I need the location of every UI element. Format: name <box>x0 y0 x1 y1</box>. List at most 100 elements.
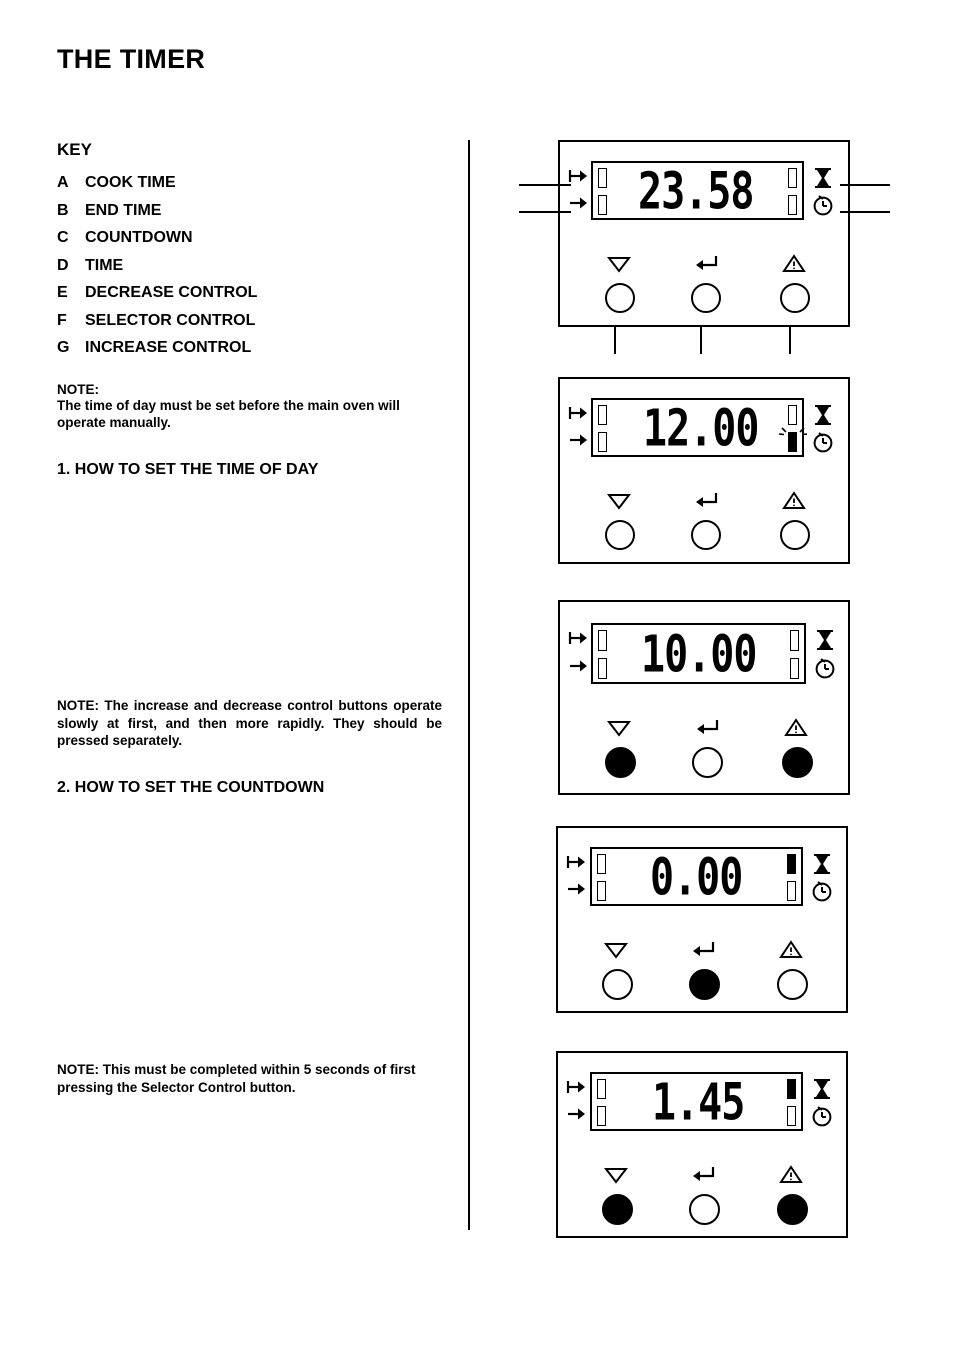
triangle-down-icon-4 <box>603 941 629 959</box>
cook-time-segment-5 <box>597 1079 606 1099</box>
timer-panel-2: 12.00 <box>558 377 850 564</box>
hourglass-icon-3 <box>814 629 836 651</box>
lcd-display-1: 23.58 <box>591 161 804 222</box>
selector-control-button-5[interactable] <box>689 1194 720 1225</box>
key-letter-d: D <box>57 256 69 274</box>
increase-control-button-3[interactable] <box>782 747 813 778</box>
countdown-segment-2 <box>788 405 797 425</box>
triangle-up-icon-5 <box>779 1165 803 1184</box>
cook-time-arrow-icon-4 <box>566 854 588 870</box>
key-heading: KEY <box>57 140 92 159</box>
key-label-a: COOK TIME <box>85 174 176 191</box>
decrease-control-button-3[interactable] <box>605 747 636 778</box>
lcd-value-3: 10.00 <box>641 625 757 685</box>
end-time-arrow-icon-3 <box>568 658 590 674</box>
decrease-control-button-2[interactable] <box>605 520 635 550</box>
key-item-c: C COUNTDOWN <box>57 224 447 252</box>
column-divider <box>468 140 470 1230</box>
leader-cook-time <box>519 184 571 186</box>
triangle-up-icon-3 <box>784 718 808 737</box>
countdown-segment-5 <box>787 1079 796 1099</box>
lcd-display-2: 12.00 <box>591 398 808 459</box>
clock-icon-1 <box>812 194 834 216</box>
triangle-down-icon-1 <box>606 255 632 273</box>
lcd-value-5: 1.45 <box>652 1073 745 1133</box>
timer-panel-1: 23.58 <box>558 140 850 327</box>
lcd-display-5: 1.45 <box>590 1072 803 1133</box>
increase-control-button-2[interactable] <box>780 520 810 550</box>
end-time-arrow-icon-4 <box>566 881 588 897</box>
timer-panel-5: 1.45 <box>556 1051 848 1238</box>
return-arrow-icon-1 <box>693 254 719 272</box>
cook-time-segment-1 <box>598 168 607 188</box>
key-letter-b: B <box>57 201 69 219</box>
increase-control-button-4[interactable] <box>777 969 808 1000</box>
return-arrow-icon-4 <box>690 940 716 958</box>
end-time-segment-1 <box>598 195 607 215</box>
decrease-control-button-1[interactable] <box>605 283 635 313</box>
countdown-segment-3 <box>790 630 799 651</box>
triangle-up-icon-4 <box>779 940 803 959</box>
key-item-e: E DECREASE CONTROL <box>57 279 447 307</box>
cook-time-arrow-icon-1 <box>568 168 590 184</box>
hourglass-icon-2 <box>812 404 834 426</box>
triangle-down-icon-5 <box>603 1166 629 1184</box>
lcd-value-1: 23.58 <box>638 162 754 222</box>
triangle-down-icon-2 <box>606 492 632 510</box>
key-item-a: A COOK TIME <box>57 169 447 197</box>
hourglass-icon-1 <box>812 167 834 189</box>
key-label-c: COUNTDOWN <box>85 229 193 246</box>
countdown-segment-1 <box>788 168 797 188</box>
key-label-g: INCREASE CONTROL <box>85 339 252 356</box>
key-item-b: B END TIME <box>57 197 447 225</box>
selector-control-button-2[interactable] <box>691 520 721 550</box>
leader-selector-vert <box>700 325 702 354</box>
end-time-arrow-icon-2 <box>568 432 590 448</box>
hourglass-icon-4 <box>811 853 833 875</box>
end-time-segment-5 <box>597 1106 606 1126</box>
cook-time-arrow-icon-5 <box>566 1079 588 1095</box>
selector-control-button-3[interactable] <box>692 747 723 778</box>
return-arrow-icon-2 <box>693 491 719 509</box>
note-time-of-day-text: The time of day must be set before the m… <box>57 398 400 430</box>
return-arrow-icon-3 <box>694 718 720 736</box>
time-segment-5 <box>787 1106 796 1126</box>
end-time-arrow-icon-5 <box>566 1106 588 1122</box>
note-controls: NOTE: The increase and decrease control … <box>57 698 442 748</box>
key-letter-g: G <box>57 339 70 356</box>
cook-time-arrow-icon-2 <box>568 405 590 421</box>
countdown-segment-4 <box>787 854 796 874</box>
cook-time-arrow-icon-3 <box>568 630 590 646</box>
hourglass-icon-5 <box>811 1078 833 1100</box>
page: THE TIMER KEY A COOK TIME B END TIME C COUN… <box>0 0 954 1351</box>
cook-time-segment-3 <box>598 630 607 651</box>
decrease-control-button-5[interactable] <box>602 1194 633 1225</box>
selector-control-button-4[interactable] <box>689 969 720 1000</box>
note-time-of-day: NOTE: The time of day must be set before… <box>57 382 447 432</box>
key-label-e: DECREASE CONTROL <box>85 284 258 301</box>
increase-control-button-5[interactable] <box>777 1194 808 1225</box>
triangle-down-icon-3 <box>606 719 632 737</box>
key-letter-a: A <box>57 174 69 191</box>
time-segment-3 <box>790 658 799 679</box>
end-time-arrow-icon-1 <box>568 195 590 211</box>
selector-control-button-1[interactable] <box>691 283 721 313</box>
end-time-segment-2 <box>598 432 607 452</box>
leader-end-time <box>519 211 571 213</box>
leader-increase-vert <box>789 325 791 354</box>
key-letter-f: F <box>57 311 67 329</box>
increase-control-button-1[interactable] <box>780 283 810 313</box>
key-label-b: END TIME <box>85 201 162 219</box>
return-arrow-icon-5 <box>690 1165 716 1183</box>
lcd-display-3: 10.00 <box>591 623 806 684</box>
lcd-value-2: 12.00 <box>643 399 759 459</box>
triangle-up-icon-1 <box>782 254 806 273</box>
key-item-d: D TIME <box>57 252 447 280</box>
clock-icon-3 <box>814 657 836 679</box>
section-heading-2: 2. HOW TO SET THE COUNTDOWN <box>57 779 325 796</box>
page-title: THE TIMER <box>57 44 206 74</box>
decrease-control-button-4[interactable] <box>602 969 633 1000</box>
clock-icon-5 <box>811 1105 833 1127</box>
timer-panel-4: 0.00 <box>556 826 848 1013</box>
key-list: A COOK TIME B END TIME C COUNTDOWN D TIME ED… <box>57 169 447 362</box>
